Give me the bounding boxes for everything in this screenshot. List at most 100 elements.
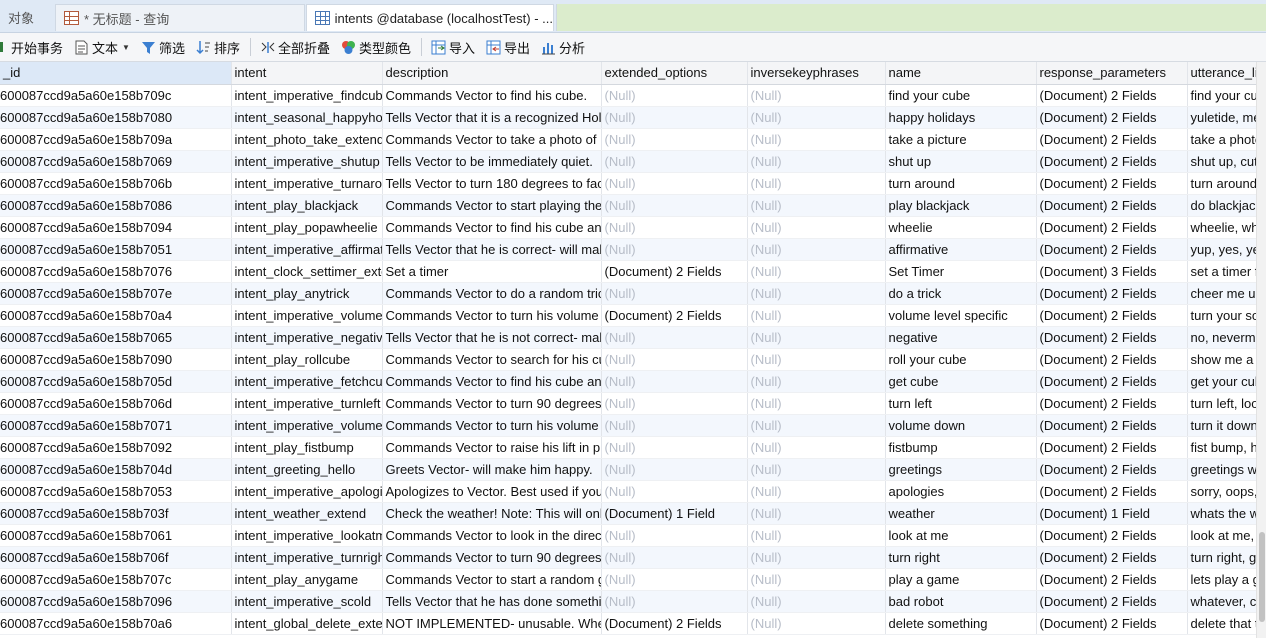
cell-utterance-list[interactable]: no, nevermind (1187, 326, 1266, 349)
begin-transaction-button[interactable]: 开始事务 (0, 35, 67, 59)
cell-extended-options[interactable]: (Null) (601, 150, 748, 173)
cell-description[interactable]: Tells Vector to turn 180 degrees to face (382, 172, 602, 195)
cell-inversekeyphrases[interactable]: (Null) (747, 106, 886, 129)
table-row[interactable]: 600087ccd9a5a60e158b706b intent_imperativ… (0, 172, 1266, 195)
table-row[interactable]: 600087ccd9a5a60e158b7096 intent_imperativ… (0, 590, 1266, 613)
cell-utterance-list[interactable]: delete that t (1187, 612, 1266, 635)
cell-name[interactable]: look at me (885, 524, 1037, 547)
table-row[interactable]: 600087ccd9a5a60e158b7051 intent_imperativ… (0, 238, 1266, 261)
cell-utterance-list[interactable]: turn around (1187, 172, 1266, 195)
cell-description[interactable]: Apologizes to Vector. Best used if you (382, 480, 602, 503)
cell-extended-options[interactable]: (Null) (601, 128, 748, 151)
cell-inversekeyphrases[interactable]: (Null) (747, 194, 886, 217)
cell-inversekeyphrases[interactable]: (Null) (747, 590, 886, 613)
cell-intent[interactable]: intent_imperative_affirmative (231, 238, 383, 261)
cell-name[interactable]: affirmative (885, 238, 1037, 261)
cell-utterance-list[interactable]: cheer me up (1187, 282, 1266, 305)
cell-response-parameters[interactable]: (Document) 2 Fields (1036, 480, 1188, 503)
cell-intent[interactable]: intent_imperative_fetchcube (231, 370, 383, 393)
cell-extended-options[interactable]: (Null) (601, 84, 748, 107)
cell-inversekeyphrases[interactable]: (Null) (747, 150, 886, 173)
table-row[interactable]: 600087ccd9a5a60e158b709a intent_photo_tak… (0, 128, 1266, 151)
cell-inversekeyphrases[interactable]: (Null) (747, 524, 886, 547)
column-header-intent[interactable]: intent (231, 62, 383, 85)
cell-id[interactable]: 600087ccd9a5a60e158b7092 (0, 436, 232, 459)
cell-utterance-list[interactable]: turn it down (1187, 414, 1266, 437)
cell-id[interactable]: 600087ccd9a5a60e158b7051 (0, 238, 232, 261)
cell-utterance-list[interactable]: greetings wh (1187, 458, 1266, 481)
cell-name[interactable]: play a game (885, 568, 1037, 591)
cell-utterance-list[interactable]: turn your sou (1187, 304, 1266, 327)
cell-id[interactable]: 600087ccd9a5a60e158b7071 (0, 414, 232, 437)
table-row[interactable]: 600087ccd9a5a60e158b7061 intent_imperativ… (0, 524, 1266, 547)
cell-extended-options[interactable]: (Null) (601, 172, 748, 195)
cell-intent[interactable]: intent_play_anytrick (231, 282, 383, 305)
cell-utterance-list[interactable]: yup, yes, yep (1187, 238, 1266, 261)
table-row[interactable]: 600087ccd9a5a60e158b70a6 intent_global_de… (0, 612, 1266, 635)
cell-response-parameters[interactable]: (Document) 2 Fields (1036, 128, 1188, 151)
vertical-scrollbar[interactable] (1256, 62, 1266, 638)
cell-response-parameters[interactable]: (Document) 2 Fields (1036, 546, 1188, 569)
cell-response-parameters[interactable]: (Document) 2 Fields (1036, 172, 1188, 195)
type-color-button[interactable]: 类型颜色 (337, 35, 415, 59)
table-row[interactable]: 600087ccd9a5a60e158b707e intent_play_anyt… (0, 282, 1266, 305)
table-row[interactable]: 600087ccd9a5a60e158b7053 intent_imperativ… (0, 480, 1266, 503)
cell-description[interactable]: Commands Vector to find his cube. (382, 84, 602, 107)
cell-inversekeyphrases[interactable]: (Null) (747, 260, 886, 283)
cell-response-parameters[interactable]: (Document) 2 Fields (1036, 84, 1188, 107)
cell-id[interactable]: 600087ccd9a5a60e158b706b (0, 172, 232, 195)
column-header-utterance-list[interactable]: utterance_list (1187, 62, 1266, 85)
cell-response-parameters[interactable]: (Document) 2 Fields (1036, 194, 1188, 217)
cell-extended-options[interactable]: (Null) (601, 106, 748, 129)
cell-utterance-list[interactable]: lets play a g (1187, 568, 1266, 591)
cell-id[interactable]: 600087ccd9a5a60e158b709c (0, 84, 232, 107)
table-row[interactable]: 600087ccd9a5a60e158b705d intent_imperativ… (0, 370, 1266, 393)
cell-id[interactable]: 600087ccd9a5a60e158b70a6 (0, 612, 232, 635)
cell-name[interactable]: greetings (885, 458, 1037, 481)
cell-name[interactable]: weather (885, 502, 1037, 525)
cell-utterance-list[interactable]: yuletide, merry (1187, 106, 1266, 129)
cell-intent[interactable]: intent_play_blackjack (231, 194, 383, 217)
cell-inversekeyphrases[interactable]: (Null) (747, 458, 886, 481)
cell-inversekeyphrases[interactable]: (Null) (747, 282, 886, 305)
cell-id[interactable]: 600087ccd9a5a60e158b7069 (0, 150, 232, 173)
cell-intent[interactable]: intent_weather_extend (231, 502, 383, 525)
table-row[interactable]: 600087ccd9a5a60e158b706f intent_imperativ… (0, 546, 1266, 569)
cell-inversekeyphrases[interactable]: (Null) (747, 414, 886, 437)
cell-description[interactable]: Greets Vector- will make him happy. (382, 458, 602, 481)
cell-id[interactable]: 600087ccd9a5a60e158b7061 (0, 524, 232, 547)
column-header-id[interactable]: _id (0, 62, 232, 85)
table-row[interactable]: 600087ccd9a5a60e158b709c intent_imperativ… (0, 84, 1266, 107)
table-row[interactable]: 600087ccd9a5a60e158b7076 intent_clock_set… (0, 260, 1266, 283)
cell-id[interactable]: 600087ccd9a5a60e158b705d (0, 370, 232, 393)
cell-description[interactable]: Commands Vector to raise his lift in pre… (382, 436, 602, 459)
tab-intents-collection[interactable]: intents @database (localhostTest) - ... (306, 4, 554, 31)
table-row[interactable]: 600087ccd9a5a60e158b7071 intent_imperativ… (0, 414, 1266, 437)
cell-description[interactable]: Commands Vector to turn 90 degrees (382, 546, 602, 569)
cell-id[interactable]: 600087ccd9a5a60e158b7096 (0, 590, 232, 613)
table-row[interactable]: 600087ccd9a5a60e158b7086 intent_play_blac… (0, 194, 1266, 217)
cell-description[interactable]: Tells Vector to be immediately quiet. (382, 150, 602, 173)
analyze-button[interactable]: 分析 (537, 35, 589, 59)
sort-button[interactable]: 排序 (192, 35, 244, 59)
table-row[interactable]: 600087ccd9a5a60e158b7094 intent_play_popa… (0, 216, 1266, 239)
cell-name[interactable]: apologies (885, 480, 1037, 503)
cell-response-parameters[interactable]: (Document) 2 Fields (1036, 524, 1188, 547)
table-row[interactable]: 600087ccd9a5a60e158b7090 intent_play_roll… (0, 348, 1266, 371)
column-header-inversekeyphrases[interactable]: inversekeyphrases (747, 62, 886, 85)
scrollbar-thumb[interactable] (1259, 532, 1265, 622)
column-header-description[interactable]: description (382, 62, 602, 85)
cell-utterance-list[interactable]: do blackjack (1187, 194, 1266, 217)
cell-response-parameters[interactable]: (Document) 2 Fields (1036, 568, 1188, 591)
text-view-button[interactable]: 文本 ▼ (70, 35, 134, 59)
cell-name[interactable]: happy holidays (885, 106, 1037, 129)
cell-extended-options[interactable]: (Null) (601, 568, 748, 591)
filter-button[interactable]: 筛选 (137, 35, 189, 59)
column-header-response-parameters[interactable]: response_parameters (1036, 62, 1188, 85)
cell-inversekeyphrases[interactable]: (Null) (747, 370, 886, 393)
cell-response-parameters[interactable]: (Document) 2 Fields (1036, 612, 1188, 635)
cell-inversekeyphrases[interactable]: (Null) (747, 172, 886, 195)
cell-utterance-list[interactable]: turn right, g (1187, 546, 1266, 569)
cell-inversekeyphrases[interactable]: (Null) (747, 546, 886, 569)
cell-inversekeyphrases[interactable]: (Null) (747, 238, 886, 261)
